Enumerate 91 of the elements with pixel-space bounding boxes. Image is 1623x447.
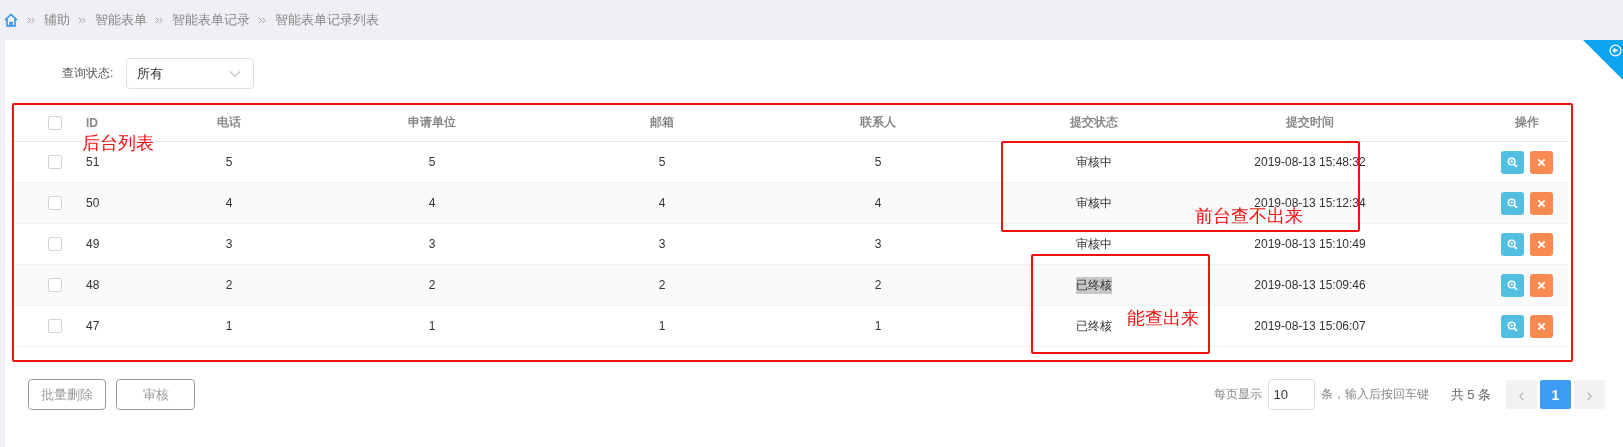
status-cell: 审核中 — [1076, 235, 1112, 253]
column-header: 提交状态 — [1070, 114, 1118, 131]
time-cell: 2019-08-13 15:10:49 — [1254, 237, 1366, 251]
contact-cell: 1 — [874, 319, 882, 333]
back-arrow-icon — [1609, 44, 1622, 57]
total-count: 共 5 条 — [1450, 385, 1491, 404]
checkbox[interactable] — [48, 155, 62, 169]
phone-cell: 2 — [225, 278, 233, 292]
id-cell: 47 — [86, 319, 100, 333]
zoom-in-icon — [1507, 238, 1518, 250]
caret-icon — [229, 69, 242, 78]
column-header: 联系人 — [860, 114, 896, 131]
breadcrumb-link[interactable]: 智能表单记录列表 — [275, 11, 379, 29]
zoom-in-icon — [1507, 156, 1518, 168]
status-cell: 审核中 — [1076, 194, 1112, 212]
checkbox[interactable] — [48, 115, 62, 130]
double-chevron-icon — [258, 15, 267, 25]
column-header: 提交时间 — [1286, 114, 1334, 131]
unit-cell: 4 — [428, 196, 436, 210]
checkbox[interactable] — [48, 278, 62, 292]
unit-cell: 5 — [428, 155, 436, 169]
zoom-in-icon — [1507, 320, 1518, 332]
email-cell: 5 — [658, 155, 666, 169]
home-icon[interactable] — [3, 12, 19, 28]
id-cell: 51 — [86, 155, 100, 169]
phone-cell: 5 — [225, 155, 233, 169]
delete-button[interactable] — [1530, 232, 1553, 256]
checkbox[interactable] — [48, 196, 62, 210]
status-cell: 已终核 — [1076, 317, 1112, 335]
contact-cell: 4 — [874, 196, 882, 210]
delete-button[interactable] — [1530, 314, 1553, 338]
view-button[interactable] — [1501, 150, 1524, 174]
checkbox[interactable] — [48, 237, 62, 251]
contact-cell: 3 — [874, 237, 882, 251]
status-cell: 已终核 — [1076, 276, 1112, 294]
annotation-label: 前台查不出来 — [1195, 206, 1303, 228]
review-button[interactable]: 审核 — [116, 379, 195, 410]
unit-cell: 2 — [428, 278, 436, 292]
per-page-hint: 条，输入后按回车键 — [1320, 386, 1429, 403]
id-cell: 49 — [86, 237, 100, 251]
column-header: ID — [86, 115, 98, 130]
email-cell: 2 — [658, 278, 666, 292]
checkbox[interactable] — [48, 319, 62, 333]
breadcrumb-link[interactable]: 智能表单 — [95, 11, 147, 29]
breadcrumb-link[interactable]: 辅助 — [44, 11, 70, 29]
delete-button[interactable] — [1530, 273, 1553, 297]
view-button[interactable] — [1501, 191, 1524, 215]
per-page-label: 每页显示 — [1213, 386, 1262, 403]
close-icon — [1537, 157, 1546, 167]
page-button[interactable]: 1 — [1540, 380, 1571, 409]
time-cell: 2019-08-13 15:06:07 — [1254, 319, 1366, 333]
email-cell: 4 — [658, 196, 666, 210]
unit-cell: 3 — [428, 237, 436, 251]
email-cell: 3 — [658, 237, 666, 251]
close-icon — [1537, 198, 1546, 208]
delete-button[interactable] — [1530, 191, 1553, 215]
id-cell: 50 — [86, 196, 100, 210]
annotation-label: 能查出来 — [1127, 307, 1199, 330]
phone-cell: 4 — [225, 196, 233, 210]
time-cell: 2019-08-13 15:09:46 — [1254, 278, 1366, 292]
contact-cell: 5 — [874, 155, 882, 169]
batch-delete-button[interactable]: 批量删除 — [28, 379, 106, 410]
status-select[interactable]: 所有 — [126, 58, 255, 89]
phone-cell: 1 — [225, 319, 233, 333]
column-header: 申请单位 — [408, 114, 456, 131]
view-button[interactable] — [1501, 232, 1524, 256]
page-size-field[interactable]: 10 — [1267, 379, 1315, 410]
breadcrumb-link[interactable]: 智能表单记录 — [172, 11, 250, 29]
view-button[interactable] — [1501, 314, 1524, 338]
double-chevron-icon — [27, 15, 36, 25]
status-cell: 审核中 — [1076, 153, 1112, 171]
column-header: 邮箱 — [650, 114, 674, 131]
double-chevron-icon — [78, 15, 87, 25]
close-icon — [1537, 280, 1546, 290]
email-cell: 1 — [658, 319, 666, 333]
unit-cell: 1 — [428, 319, 436, 333]
phone-cell: 3 — [225, 237, 233, 251]
column-header: 电话 — [217, 114, 241, 131]
filter-label: 查询状态: — [62, 65, 114, 82]
view-button[interactable] — [1501, 273, 1524, 297]
contact-cell: 2 — [874, 278, 882, 292]
close-icon — [1537, 239, 1546, 249]
collapse-tab[interactable] — [1583, 40, 1623, 80]
column-header: 操作 — [1515, 114, 1539, 131]
close-icon — [1537, 321, 1546, 331]
zoom-in-icon — [1507, 279, 1518, 291]
id-cell: 48 — [86, 278, 100, 292]
delete-button[interactable] — [1530, 150, 1553, 174]
zoom-in-icon — [1507, 197, 1518, 209]
annotation-label: 后台列表 — [82, 132, 154, 155]
double-chevron-icon — [155, 15, 164, 25]
